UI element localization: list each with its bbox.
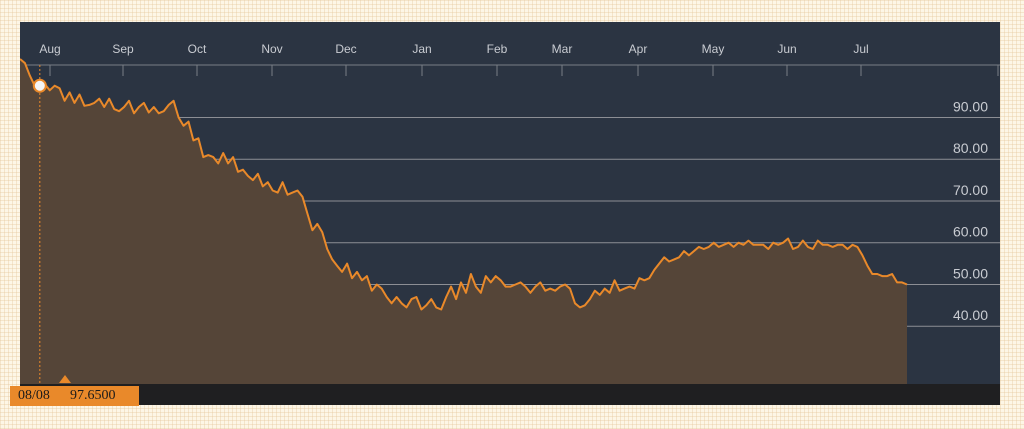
- x-tick-label: Aug: [39, 42, 60, 56]
- y-tick-label: 80.00: [953, 140, 988, 156]
- tooltip-date: 08/08: [18, 388, 50, 403]
- marker-point[interactable]: [32, 78, 47, 93]
- x-tick-label: Jul: [853, 42, 868, 56]
- x-tick-label: Jun: [777, 42, 796, 56]
- y-tick-label: 50.00: [953, 265, 988, 281]
- value-tooltip: 08/08 97.6500: [10, 386, 139, 406]
- y-tick-label: 40.00: [953, 307, 988, 323]
- y-tick-label: 70.00: [953, 182, 988, 198]
- tooltip-value: 97.6500: [70, 388, 116, 403]
- tooltip-arrow: [59, 375, 71, 383]
- y-tick-label: 90.00: [953, 98, 988, 114]
- x-tick-label: Apr: [629, 42, 648, 56]
- x-tick-label: Mar: [552, 42, 573, 56]
- x-tick-label: Nov: [261, 42, 282, 56]
- x-tick-label: Jan: [412, 42, 431, 56]
- x-tick-label: Sep: [112, 42, 134, 56]
- x-tick-label: May: [702, 42, 725, 56]
- chart-svg: 90.00 80.00 70.00 60.00 50.00 40.00 Aug Sep Oct…: [20, 42, 1000, 384]
- bottom-bar: [20, 384, 1000, 405]
- x-axis: Aug Sep Oct Nov Dec Jan Feb Mar Apr May Jun Jul: [20, 42, 1000, 76]
- series-layer: [20, 58, 908, 384]
- x-tick-label: Oct: [188, 42, 207, 56]
- x-tick-label: Feb: [487, 42, 508, 56]
- y-tick-label: 60.00: [953, 224, 988, 240]
- chart-panel: 90.00 80.00 70.00 60.00 50.00 40.00 Aug Sep Oct…: [20, 22, 1000, 405]
- x-tick-label: Dec: [335, 42, 356, 56]
